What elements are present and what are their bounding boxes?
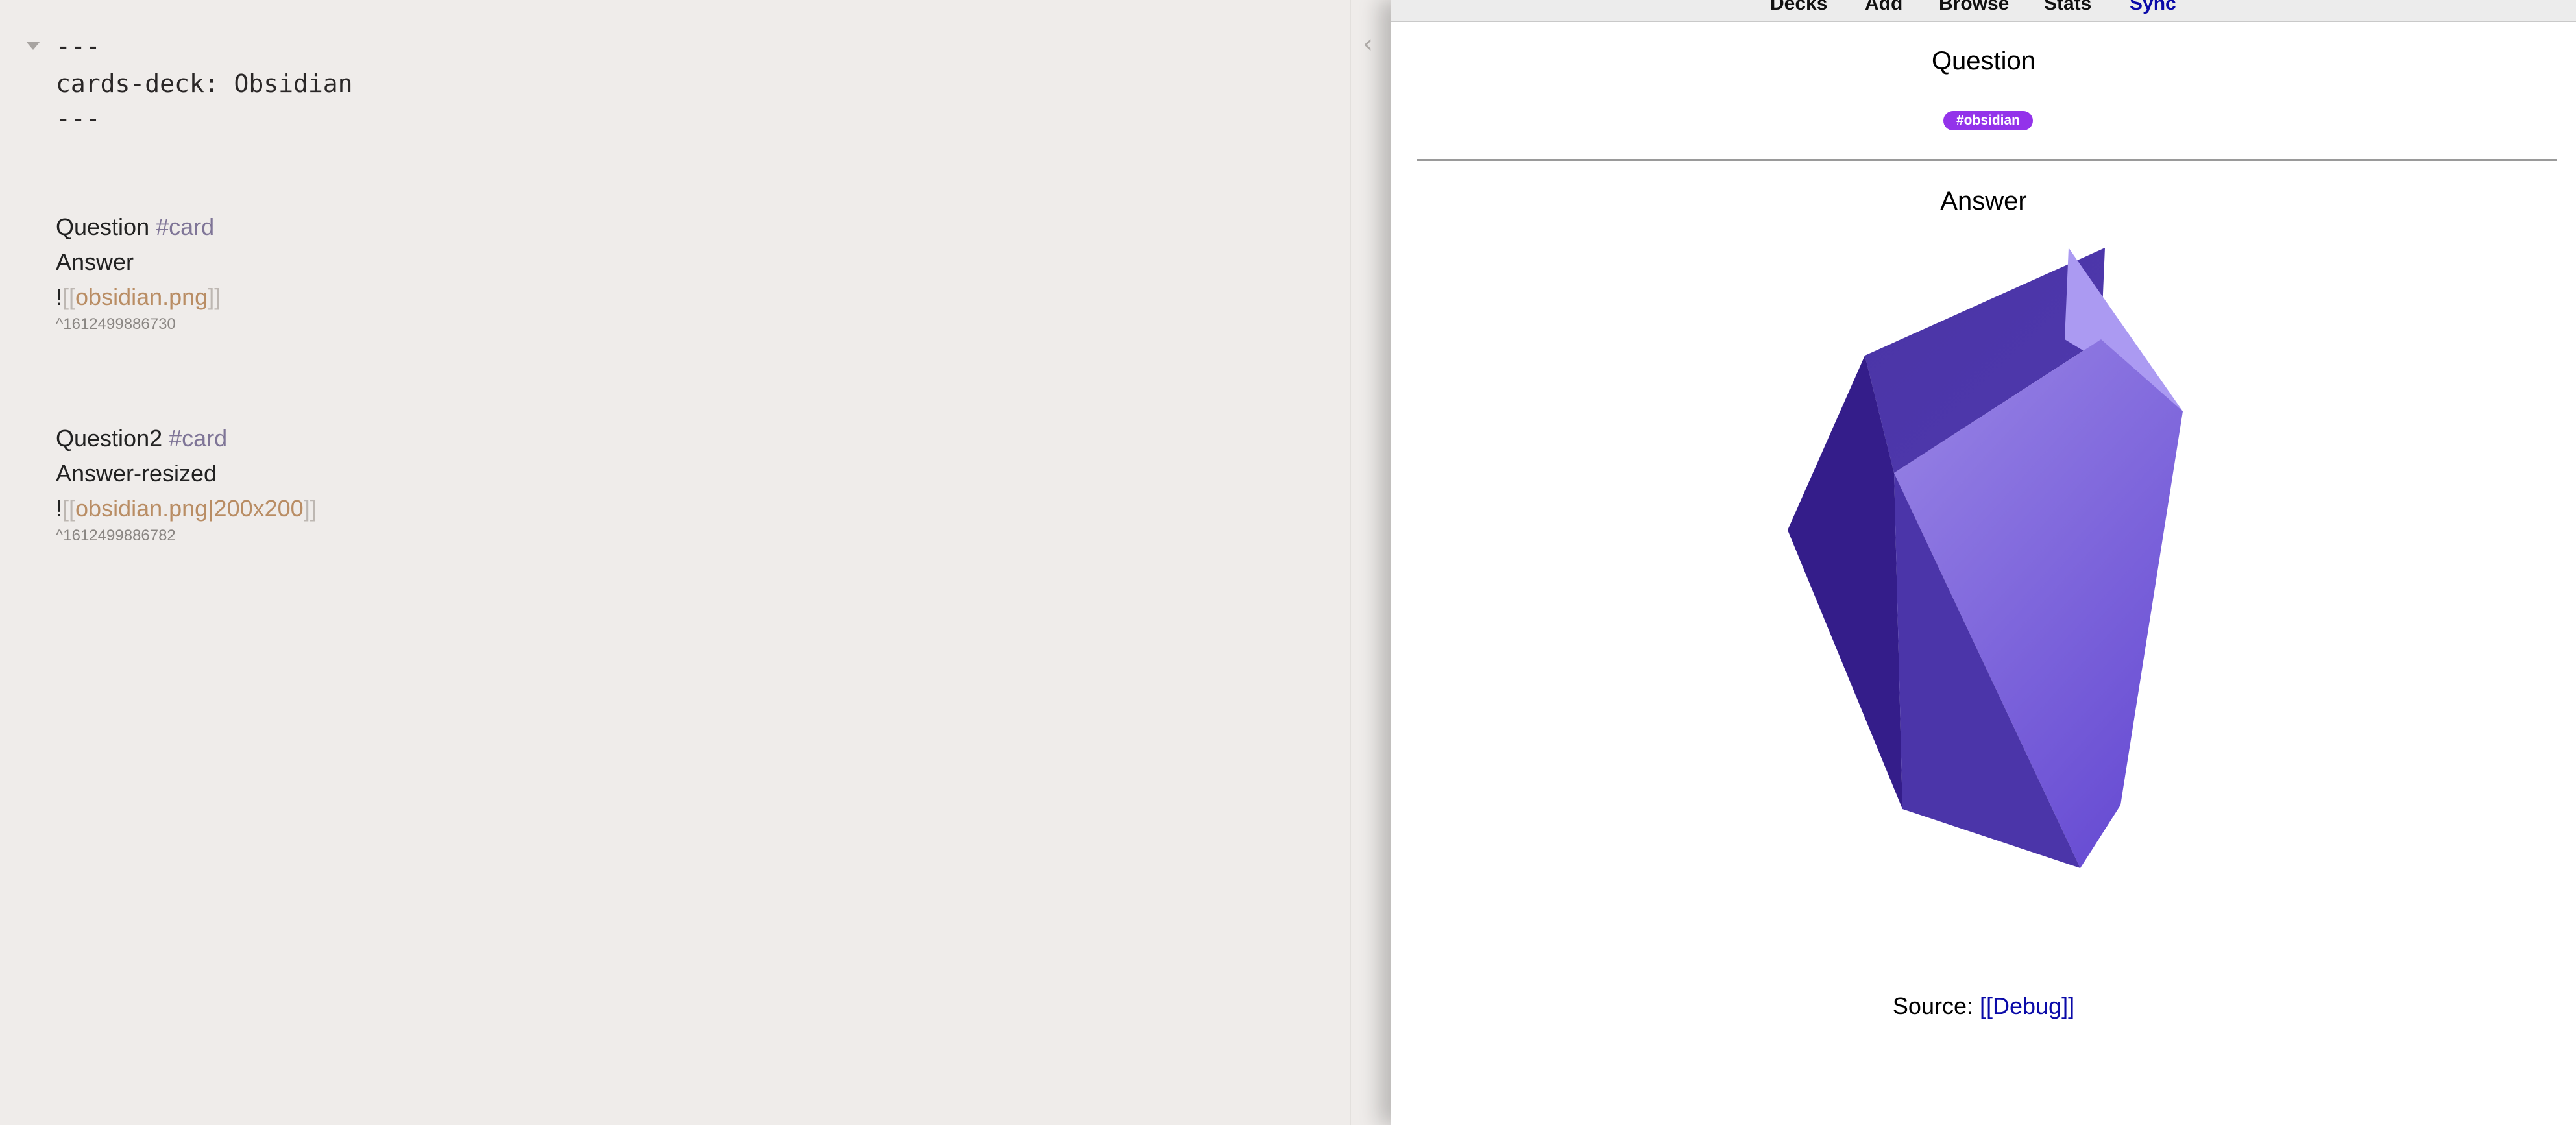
nav-sync[interactable]: Sync — [2130, 0, 2176, 17]
card-1-embed-link[interactable]: obsidian.png — [75, 284, 208, 310]
frontmatter-close: --- — [56, 104, 101, 133]
card-1-question-line: Question #card — [56, 213, 214, 241]
frontmatter-property: cards-deck: Obsidian — [56, 69, 353, 98]
nav-stats[interactable]: Stats — [2044, 0, 2091, 17]
frontmatter-open: --- — [56, 32, 101, 60]
card-2-embed-prefix: ! — [56, 495, 63, 522]
obsidian-gem-icon — [1788, 248, 2183, 868]
card-2-block-id: ^1612499886782 — [56, 527, 176, 544]
source-line: Source: [[Debug]] — [1391, 993, 2576, 1020]
card-1-embed-line: ![[obsidian.png]] — [56, 283, 221, 311]
card-question: Question — [1931, 47, 2036, 75]
fold-arrow-icon[interactable] — [26, 42, 40, 50]
anki-preview-pane: Decks Add Browse Stats Sync Question #ob… — [1391, 0, 2576, 1125]
card-1-embed-prefix: ! — [56, 284, 63, 310]
card-2-embed-line: ![[obsidian.png|200x200]] — [56, 494, 317, 523]
card-2-question-line: Question2 #card — [56, 424, 227, 453]
editor-pane[interactable]: --- cards-deck: Obsidian --- Question #c… — [0, 0, 1351, 1125]
card-1-embed-open: [[ — [62, 284, 76, 310]
card-answer: Answer — [1940, 187, 2027, 215]
anki-top-nav: Decks Add Browse Stats Sync — [1391, 0, 2576, 22]
card-2-tag[interactable]: #card — [169, 425, 227, 452]
nav-decks[interactable]: Decks — [1770, 0, 1827, 17]
card-1-tag[interactable]: #card — [156, 213, 214, 240]
card-tag-badge: #obsidian — [1943, 111, 2033, 130]
card-2-answer: Answer-resized — [56, 460, 217, 487]
nav-browse[interactable]: Browse — [1939, 0, 2009, 17]
card-1-question: Question — [56, 213, 150, 240]
card-1-block-id: ^1612499886730 — [56, 315, 176, 333]
source-link[interactable]: [[Debug]] — [1980, 993, 2074, 1019]
source-label: Source: — [1892, 993, 1980, 1019]
card-2-embed-open: [[ — [62, 495, 76, 522]
collapse-sidebar-chevron-icon[interactable]: ‹ — [1363, 31, 1373, 57]
question-answer-divider — [1417, 159, 2557, 161]
card-2-embed-link[interactable]: obsidian.png|200x200 — [75, 495, 304, 522]
card-1-answer: Answer — [56, 248, 134, 275]
nav-add[interactable]: Add — [1865, 0, 1902, 17]
card-2-embed-close: ]] — [303, 495, 317, 522]
card-1-embed-close: ]] — [208, 284, 221, 310]
card-2-question: Question2 — [56, 425, 163, 452]
